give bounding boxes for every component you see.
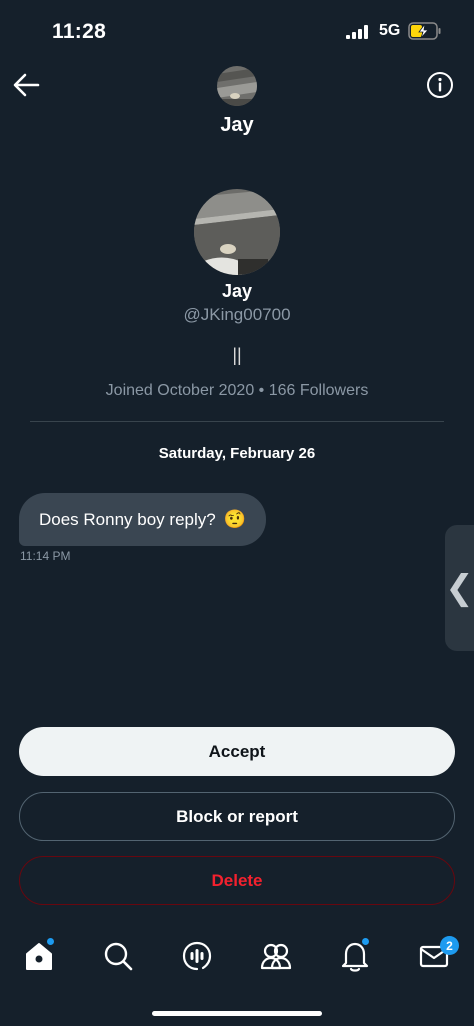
conversation-date: Saturday, February 26 [158, 445, 316, 462]
message-timestamp: 11:14 PM [20, 549, 71, 563]
signal-icon [346, 25, 368, 39]
accept-button[interactable]: Accept [19, 727, 455, 776]
message-text: Does Ronny boy reply? [39, 509, 216, 529]
battery-charging-icon [408, 22, 441, 40]
notifications-dot [362, 938, 369, 945]
conversation-header: Jay [0, 60, 474, 150]
status-bar: 11:28 5G [0, 0, 474, 60]
profile-avatar[interactable] [194, 189, 280, 275]
home-notification-dot [47, 938, 54, 945]
header-title: Jay [220, 114, 254, 136]
raised-eyebrow-emoji-icon: 🤨 [223, 509, 247, 529]
network-label: 5G [379, 22, 401, 39]
block-or-report-button[interactable]: Block or report [19, 792, 455, 841]
spaces-icon [182, 941, 212, 971]
profile-name: Jay [221, 281, 253, 301]
delete-button[interactable]: Delete [19, 856, 455, 905]
nav-home[interactable] [21, 938, 57, 974]
message-bubble[interactable]: Does Ronny boy reply? 🤨 [19, 493, 267, 546]
profile-meta: Joined October 2020 • 166 Followers [105, 382, 369, 399]
avatar-photo [217, 66, 257, 106]
avatar-photo [194, 189, 280, 275]
messages-badge: 2 [440, 936, 459, 955]
search-icon [104, 942, 133, 971]
info-icon[interactable] [426, 71, 454, 99]
home-indicator[interactable] [152, 1011, 322, 1016]
nav-search[interactable] [100, 938, 136, 974]
nav-spaces[interactable] [179, 938, 215, 974]
divider [30, 421, 444, 422]
profile-handle: @JKing00700 [183, 305, 291, 324]
nav-notifications[interactable] [337, 938, 373, 974]
nav-communities[interactable] [258, 938, 294, 974]
profile-bio: || [232, 345, 242, 365]
status-time: 11:28 [52, 20, 107, 43]
bottom-nav: 2 [0, 930, 474, 986]
header-avatar[interactable] [217, 66, 257, 106]
back-arrow-icon[interactable] [12, 72, 40, 98]
side-panel-handle[interactable]: ❮ [445, 525, 474, 651]
chevron-left-icon: ❮ [445, 569, 474, 607]
communities-icon [260, 943, 292, 970]
